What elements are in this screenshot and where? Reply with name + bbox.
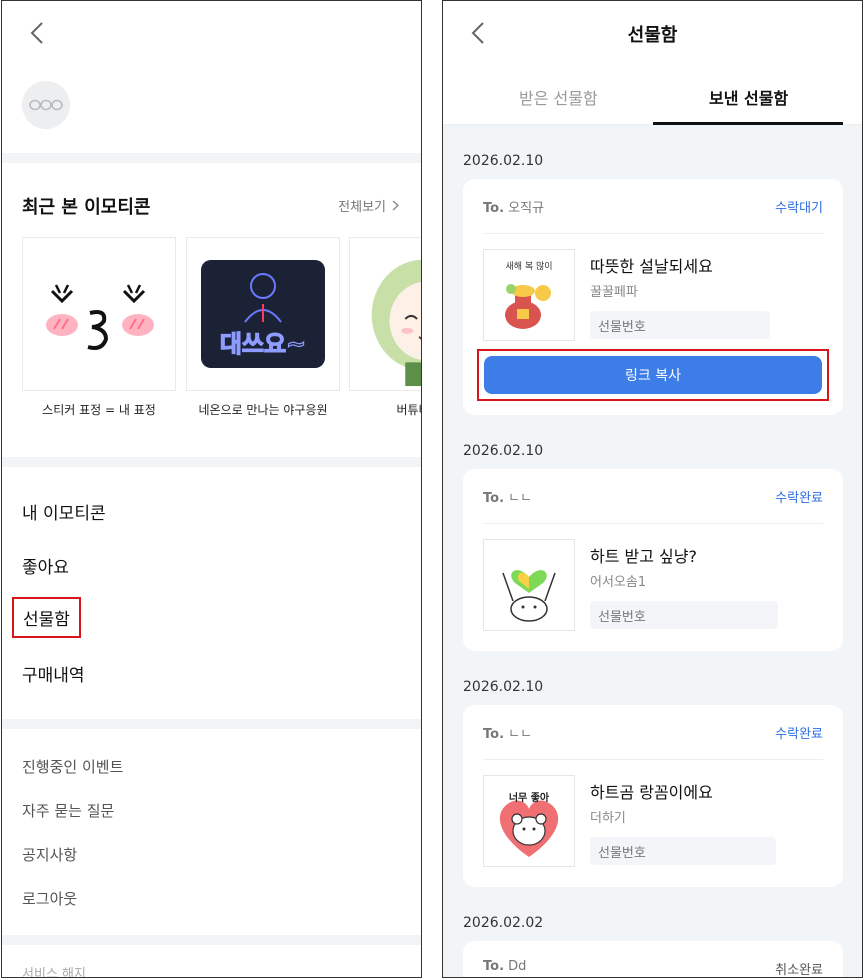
menu-logout[interactable]: 로그아웃 [22,888,77,909]
gift-date: 2026.02.02 [463,915,544,931]
gift-brand: 꿀꿀페파 [590,285,638,300]
menu-events[interactable]: 진행중인 이벤트 [22,756,123,777]
gift-date: 2026.02.10 [463,679,544,695]
gift-name: 따뜻한 설날되세요 [590,257,713,276]
gift-recipient: To. Dd [483,959,526,974]
divider [483,523,823,524]
gift-tabs: 받은 선물함 보낸 선물함 [443,71,862,125]
vtuber-girl-image [350,238,421,390]
recipient-name: 오직규 [508,201,545,216]
emoticon-thumbnail[interactable] [22,237,176,391]
divider [483,233,823,234]
recent-emoticons-title: 최근 본 이모티콘 [22,197,151,218]
divider [2,719,421,729]
recipient-name: Dd [508,959,527,974]
emoticon-thumbnail[interactable] [349,237,421,391]
back-icon[interactable] [30,21,44,45]
emoticon-card[interactable]: 버튜버 준비 [349,237,421,417]
menu-faq[interactable]: 자주 묻는 질문 [22,800,114,821]
view-all-label: 전체보기 [338,200,386,215]
status-badge: 수락완료 [775,727,823,742]
divider [2,457,421,467]
gift-recipient: To. ㄴㄴ [483,487,532,506]
view-all-link[interactable]: 전체보기 [338,196,399,215]
right-screen: 선물함 받은 선물함 보낸 선물함 2026.02.10 To. 오직규 수락대… [442,0,863,978]
to-prefix: To. [483,491,505,506]
heart-bear-image: 너무 좋아 [499,791,559,857]
divider [2,935,421,945]
gift-brand: 더하기 [590,811,626,826]
copy-link-highlight: 링크 복사 [477,349,829,401]
recipient-name: ㄴㄴ [508,727,533,742]
new-year-bag-image: 새해 복 많이 [505,261,553,329]
gift-date: 2026.02.10 [463,443,544,459]
gift-name: 하트 받고 싶냥? [590,547,697,566]
divider [2,153,421,163]
heart-cat-image [502,570,556,622]
menu-gift-box[interactable]: 선물함 [12,597,81,638]
thumb-caption: 새해 복 많이 [505,261,552,272]
gift-brand: 어서오솜1 [590,575,647,590]
divider [483,759,823,760]
gift-recipient: To. 오직규 [483,197,544,216]
recent-emoticon-list[interactable]: 스티커 표정 = 내 표정 대쓰요~ 네온으로 만나는 야구응원 버튜 [22,237,421,417]
emoticon-card[interactable]: 스티커 표정 = 내 표정 [22,237,176,417]
emoticon-thumbnail[interactable]: 대쓰요~ [186,237,340,391]
thumb-caption: 너무 좋아 [509,791,550,804]
to-prefix: To. [483,727,505,742]
gift-card: To. 오직규 수락대기 새해 복 많이 따뜻한 설날되세요 꿀꿀페파 선물번호… [463,179,843,415]
gift-code-field: 선물번호 [590,601,778,629]
gift-name: 하트곰 랑꼼이에요 [590,783,713,802]
menu-cancel-service[interactable]: 서비스 해지 [22,963,86,977]
status-badge: 수락완료 [775,491,823,506]
avatar[interactable] [22,81,70,129]
to-prefix: To. [483,959,505,974]
gift-thumbnail[interactable] [483,539,575,631]
left-screen: 최근 본 이모티콘 전체보기 스티커 표정 = 내 표정 대쓰요~ 네온으로 만… [1,0,422,978]
gift-card: To. ㄴㄴ 수락완료 너무 좋아 하트곰 랑꼼이에요 더하기 선물번호 [463,705,843,887]
copy-link-button[interactable]: 링크 복사 [484,356,822,394]
recipient-name: ㄴㄴ [508,491,533,506]
neon-baseball-image: 대쓰요~ [201,260,325,368]
gift-card: To. Dd 취소완료 [463,941,843,978]
sent-gift-list[interactable]: 2026.02.10 To. 오직규 수락대기 새해 복 많이 따뜻한 설날되세… [443,125,862,978]
menu-notices[interactable]: 공지사항 [22,844,77,865]
kiss-face-image [34,249,164,379]
gift-card: To. ㄴㄴ 수락완료 하트 받고 싶냥? 어서오솜1 선물번호 [463,469,843,651]
emoticon-title: 네온으로 만나는 야구응원 [198,403,328,417]
to-prefix: To. [483,201,505,216]
emoticon-title: 버튜버 준비 [396,403,421,417]
menu-likes[interactable]: 좋아요 [22,553,69,578]
tab-received[interactable]: 받은 선물함 [519,85,598,109]
menu-my-emoticons[interactable]: 내 이모티콘 [22,499,106,524]
neon-text: 대쓰요~ [220,330,306,358]
status-badge: 수락대기 [775,201,823,216]
gift-code-field: 선물번호 [590,311,770,339]
status-badge: 취소완료 [775,963,823,978]
tab-sent[interactable]: 보낸 선물함 [709,85,788,109]
gift-thumbnail[interactable]: 새해 복 많이 [483,249,575,341]
emoticon-title: 스티커 표정 = 내 표정 [42,403,156,417]
chevron-right-icon [392,200,399,211]
emoticon-card[interactable]: 대쓰요~ 네온으로 만나는 야구응원 [186,237,340,417]
gift-recipient: To. ㄴㄴ [483,723,532,742]
menu-purchases[interactable]: 구매내역 [22,661,85,686]
page-title: 선물함 [627,25,678,46]
gift-code-field: 선물번호 [590,837,776,865]
gift-thumbnail[interactable]: 너무 좋아 [483,775,575,867]
gift-date: 2026.02.10 [463,153,544,169]
